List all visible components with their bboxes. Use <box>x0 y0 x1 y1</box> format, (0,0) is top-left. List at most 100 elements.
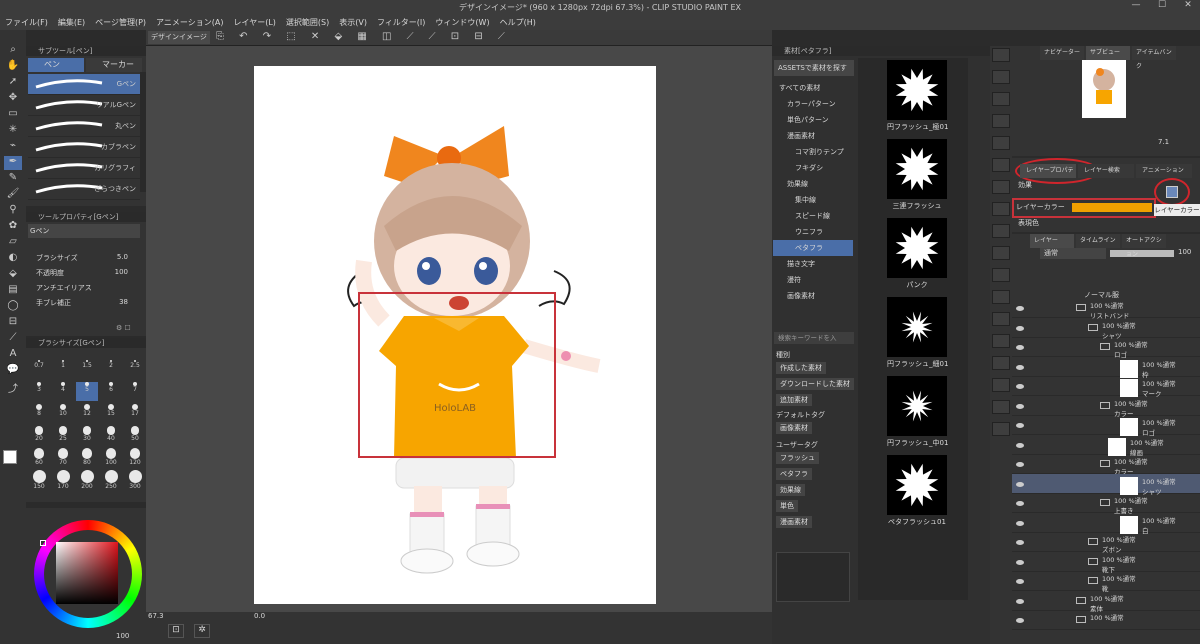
layer-row[interactable]: 100 %通常 リストバンド <box>1012 298 1200 320</box>
layer-row[interactable]: 100 %通常 シャツ <box>1012 473 1200 496</box>
folder-icon[interactable] <box>1076 596 1086 604</box>
visibility-eye-icon[interactable] <box>1016 540 1024 545</box>
figure-icon[interactable]: ◯ <box>4 300 22 314</box>
blend-icon[interactable]: ◐ <box>4 252 22 266</box>
visibility-eye-icon[interactable] <box>1016 403 1024 409</box>
material-tree-item[interactable]: 漫符 <box>773 272 853 288</box>
layer-row[interactable]: 100 %通常 ズボン <box>1012 532 1200 554</box>
material-item[interactable]: 三連フラッシュ <box>887 139 947 211</box>
dock-panel-icon[interactable] <box>992 312 1010 326</box>
visibility-eye-icon[interactable] <box>1016 423 1024 428</box>
folder-icon[interactable] <box>1100 343 1110 350</box>
brush-size-cell[interactable]: 50 <box>124 426 146 445</box>
brush-size-cell[interactable]: 12 <box>76 404 98 423</box>
tab-layer-2[interactable]: オートアクション <box>1122 234 1166 258</box>
maximize-button[interactable]: ☐ <box>1150 0 1174 14</box>
brush-size-cell[interactable]: 70 <box>52 448 74 467</box>
command-icons[interactable]: ⎘ ↶ ↷ ⬚ ✕ ⬙ ▦ ◫ ⟋ ⟋ ⊡ ⊟ ⟋ <box>216 31 511 42</box>
brush-size-cell[interactable]: 200 <box>76 470 98 490</box>
dock-panel-icon[interactable] <box>992 70 1010 84</box>
category-button[interactable]: 追加素材 <box>776 394 812 406</box>
selection-icon[interactable]: ▭ <box>4 108 22 122</box>
material-tree-item[interactable]: 画像素材 <box>773 288 853 304</box>
brush-size-cell[interactable]: 8 <box>28 404 50 423</box>
material-search-input[interactable]: 検索キーワードを入 <box>774 332 854 344</box>
layer-row[interactable]: 100 %通常白 <box>1012 513 1200 535</box>
opacity-slider[interactable] <box>1110 250 1174 257</box>
dock-panel-icon[interactable] <box>992 290 1010 304</box>
material-tree-item[interactable]: ウニフラ <box>773 224 853 240</box>
move-layer-icon[interactable]: ✥ <box>4 92 22 106</box>
brush-item[interactable]: カリグラフィ <box>28 158 140 179</box>
brush-size-cell[interactable]: 3 <box>28 382 50 401</box>
zoom-tool-icon[interactable]: ⌕ <box>4 44 22 58</box>
folder-icon[interactable] <box>1088 323 1098 331</box>
eyedropper-icon[interactable]: ⌁ <box>4 140 22 154</box>
visibility-eye-icon[interactable] <box>1016 325 1024 331</box>
tab-property-1[interactable]: レイヤー検索 <box>1078 164 1134 178</box>
brush-size-cell[interactable]: 20 <box>28 426 50 445</box>
brush-size-cell[interactable]: 7 <box>124 382 146 401</box>
layer-row[interactable]: 100 %通常靴 <box>1012 571 1200 593</box>
brush-item[interactable]: Gペン <box>28 74 140 95</box>
layer-row[interactable]: 100 %通常枠 <box>1012 357 1200 379</box>
rotate-icon[interactable]: ✲ <box>194 624 210 638</box>
material-tree-item[interactable]: カラーパターン <box>773 96 853 112</box>
dock-panel-icon[interactable] <box>992 400 1010 414</box>
layer-row[interactable]: 100 %通常 上書き <box>1012 493 1200 515</box>
dock-panel-icon[interactable] <box>992 92 1010 106</box>
visibility-eye-icon[interactable] <box>1016 559 1024 565</box>
tab-navigator-0[interactable]: ナビゲーター <box>1040 46 1084 60</box>
fill-icon[interactable]: ⬙ <box>4 268 22 282</box>
material-item[interactable]: 円フラッシュ_中01 <box>887 376 948 448</box>
folder-icon[interactable] <box>1100 401 1110 409</box>
saturation-square[interactable] <box>56 542 118 604</box>
dock-panel-icon[interactable] <box>992 422 1010 436</box>
visibility-eye-icon[interactable] <box>1016 618 1024 623</box>
menu-item-5[interactable]: 選択範囲(S) <box>281 17 334 28</box>
menu-item-2[interactable]: ページ管理(P) <box>90 17 151 28</box>
material-tree-item[interactable]: 漫画素材 <box>773 128 853 144</box>
menu-item-9[interactable]: ヘルプ(H) <box>495 17 541 28</box>
tool-property-row[interactable]: アンチエイリアス <box>32 282 142 294</box>
material-tree-item[interactable]: 単色パターン <box>773 112 853 128</box>
tab-design-image[interactable]: デザインイメージ <box>148 31 210 44</box>
tab-property-2[interactable]: アニメーション <box>1136 164 1192 178</box>
pen-tool-icon[interactable]: ✒ <box>4 156 22 170</box>
layer-row[interactable]: 100 %通常 シャツ <box>1012 318 1200 340</box>
dock-panel-icon[interactable] <box>992 48 1010 62</box>
layer-color-swatch[interactable] <box>1072 203 1152 212</box>
brush-size-cell[interactable]: 17 <box>124 404 146 423</box>
dock-panel-icon[interactable] <box>992 180 1010 194</box>
correct-line-icon[interactable]: ⤴ <box>4 380 22 395</box>
folder-icon[interactable] <box>1088 538 1098 545</box>
material-tree-item[interactable]: フキダシ <box>773 160 853 176</box>
navigator-thumbnail[interactable] <box>1082 60 1126 118</box>
brush-size-cell[interactable]: 120 <box>124 448 146 467</box>
brush-size-cell[interactable]: 2.5 <box>124 360 146 379</box>
material-item[interactable]: 円フラッシュ_細01 <box>887 297 948 369</box>
brush-size-cell[interactable]: 40 <box>100 426 122 445</box>
menu-item-4[interactable]: レイヤー(L) <box>228 17 280 28</box>
visibility-eye-icon[interactable] <box>1016 442 1024 448</box>
brush-size-cell[interactable]: 4 <box>52 382 74 401</box>
tab-layer-0[interactable]: レイヤー <box>1030 234 1074 248</box>
user-tag-button[interactable]: 効果線 <box>776 484 805 496</box>
folder-icon[interactable] <box>1076 616 1086 623</box>
frame-icon[interactable]: ⊟ <box>4 316 22 330</box>
brush-size-cell[interactable]: 150 <box>28 470 50 490</box>
visibility-eye-icon[interactable] <box>1016 364 1024 370</box>
menu-item-0[interactable]: ファイル(F) <box>0 17 53 28</box>
brush-size-cell[interactable]: 60 <box>28 448 50 467</box>
hand-tool-icon[interactable]: ✋ <box>4 60 22 74</box>
material-tree-item[interactable]: 集中線 <box>773 192 853 208</box>
layer-row[interactable]: 100 %通常 靴下 <box>1012 552 1200 574</box>
text-tool-icon[interactable]: A <box>4 348 22 362</box>
visibility-eye-icon[interactable] <box>1016 598 1024 604</box>
balloon-icon[interactable]: 💬 <box>4 364 22 378</box>
brush-size-cell[interactable]: 100 <box>100 448 122 467</box>
brush-size-cell[interactable]: 25 <box>52 426 74 445</box>
visibility-eye-icon[interactable] <box>1016 579 1024 584</box>
user-tag-button[interactable]: ペタフラ <box>776 468 812 480</box>
visibility-eye-icon[interactable] <box>1016 501 1024 506</box>
